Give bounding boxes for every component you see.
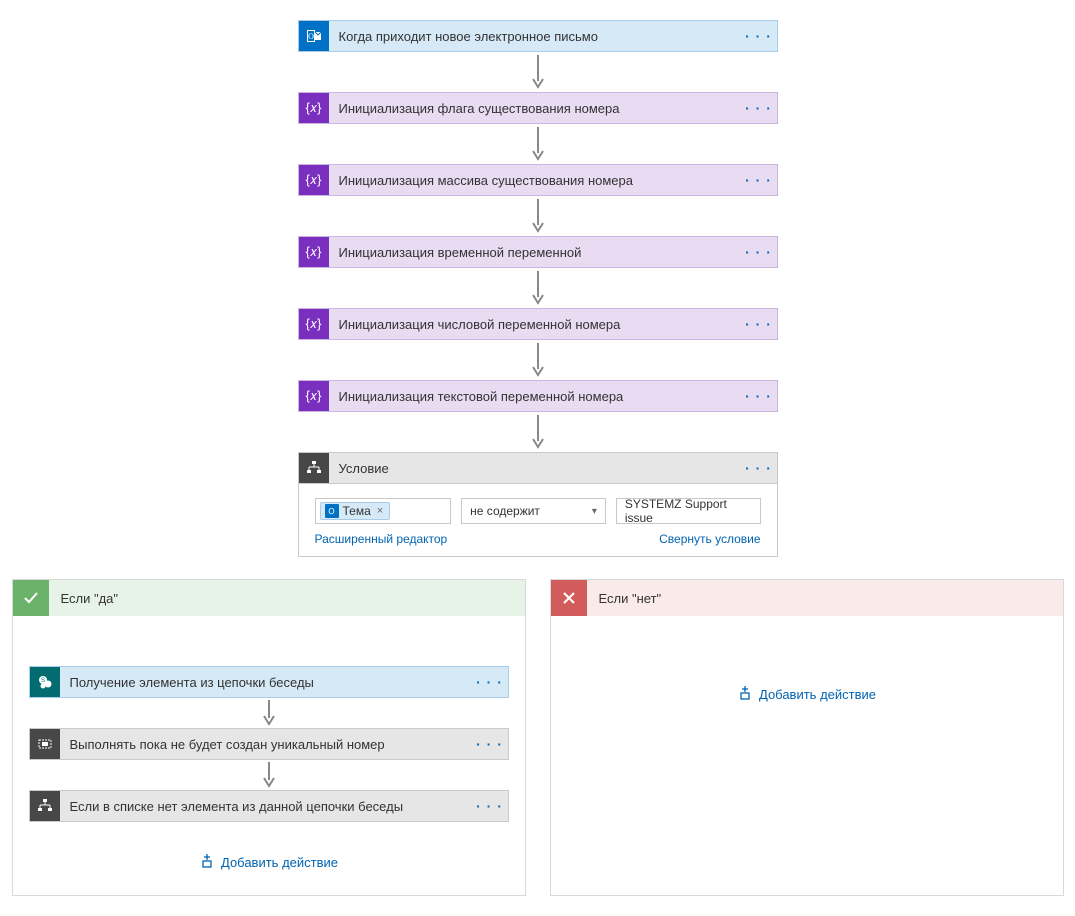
arrow-icon bbox=[531, 412, 545, 452]
step-menu-button[interactable]: · · · bbox=[741, 100, 777, 116]
variable-step[interactable]: {𝑥} Инициализация числовой переменной но… bbox=[298, 308, 778, 340]
loop-icon bbox=[30, 729, 60, 759]
arrow-icon bbox=[262, 698, 276, 728]
variable-step[interactable]: {𝑥} Инициализация флага существования но… bbox=[298, 92, 778, 124]
step-title: Если в списке нет элемента из данной цеп… bbox=[60, 799, 472, 814]
operator-value: не содержит bbox=[470, 504, 540, 518]
step-menu-button[interactable]: · · · bbox=[472, 674, 508, 690]
condition-title: Условие bbox=[329, 461, 741, 476]
branch-yes: Если "да" S Получение элемента из цепочк… bbox=[12, 579, 526, 896]
trigger-title: Когда приходит новое электронное письмо bbox=[329, 29, 741, 44]
add-action-button[interactable]: Добавить действие bbox=[199, 854, 338, 871]
step-menu-button[interactable]: · · · bbox=[741, 244, 777, 260]
branch-no-title: Если "нет" bbox=[587, 591, 674, 606]
token-label: Тема bbox=[343, 504, 371, 518]
variable-icon: {𝑥} bbox=[299, 93, 329, 123]
arrow-icon bbox=[531, 124, 545, 164]
arrow-icon bbox=[531, 52, 545, 92]
condition-body: O Тема × не содержит ▾ SYSTEMZ Support i… bbox=[299, 484, 777, 556]
step-title: Инициализация временной переменной bbox=[329, 245, 741, 260]
branch-no: Если "нет" Добавить действие bbox=[550, 579, 1064, 896]
trigger-step[interactable]: O Когда приходит новое электронное письм… bbox=[298, 20, 778, 52]
collapse-condition-link[interactable]: Свернуть условие bbox=[659, 532, 760, 546]
step-title: Получение элемента из цепочки беседы bbox=[60, 675, 472, 690]
dynamic-content-token[interactable]: O Тема × bbox=[320, 502, 391, 520]
variable-step[interactable]: {𝑥} Инициализация массива существования … bbox=[298, 164, 778, 196]
svg-text:S: S bbox=[40, 678, 44, 684]
variable-icon: {𝑥} bbox=[299, 309, 329, 339]
step-menu-button[interactable]: · · · bbox=[741, 172, 777, 188]
variable-icon: {𝑥} bbox=[299, 381, 329, 411]
add-action-button[interactable]: Добавить действие bbox=[737, 686, 876, 703]
add-action-label: Добавить действие bbox=[759, 687, 876, 702]
condition-value-input[interactable]: SYSTEMZ Support issue bbox=[616, 498, 761, 524]
variable-step[interactable]: {𝑥} Инициализация текстовой переменной н… bbox=[298, 380, 778, 412]
arrow-icon bbox=[531, 340, 545, 380]
condition-icon bbox=[30, 791, 60, 821]
check-icon bbox=[13, 580, 49, 616]
step-title: Инициализация числовой переменной номера bbox=[329, 317, 741, 332]
chevron-down-icon: ▾ bbox=[592, 506, 597, 517]
condition-left-operand[interactable]: O Тема × bbox=[315, 498, 452, 524]
loop-step[interactable]: Выполнять пока не будет создан уникальны… bbox=[29, 728, 509, 760]
branch-yes-header: Если "да" bbox=[13, 580, 525, 616]
condition-operator-select[interactable]: не содержит ▾ bbox=[461, 498, 606, 524]
arrow-icon bbox=[531, 268, 545, 308]
branch-yes-title: Если "да" bbox=[49, 591, 131, 606]
condition-card: Условие · · · O Тема × не содержит ▾ SYS… bbox=[298, 452, 778, 557]
add-action-icon bbox=[737, 686, 753, 703]
flow-canvas: O Когда приходит новое электронное письм… bbox=[8, 20, 1067, 896]
sharepoint-step[interactable]: S Получение элемента из цепочки беседы ·… bbox=[29, 666, 509, 698]
outlook-icon: O bbox=[325, 504, 339, 518]
condition-header[interactable]: Условие · · · bbox=[299, 453, 777, 484]
step-menu-button[interactable]: · · · bbox=[472, 736, 508, 752]
arrow-icon bbox=[262, 760, 276, 790]
step-title: Инициализация текстовой переменной номер… bbox=[329, 389, 741, 404]
step-menu-button[interactable]: · · · bbox=[741, 460, 777, 476]
condition-icon bbox=[299, 453, 329, 483]
condition-value: SYSTEMZ Support issue bbox=[625, 497, 752, 525]
add-action-label: Добавить действие bbox=[221, 855, 338, 870]
branch-no-header: Если "нет" bbox=[551, 580, 1063, 616]
svg-text:O: O bbox=[308, 32, 314, 41]
step-menu-button[interactable]: · · · bbox=[741, 316, 777, 332]
sharepoint-icon: S bbox=[30, 667, 60, 697]
step-menu-button[interactable]: · · · bbox=[741, 388, 777, 404]
variable-step[interactable]: {𝑥} Инициализация временной переменной ·… bbox=[298, 236, 778, 268]
step-title: Инициализация массива существования номе… bbox=[329, 173, 741, 188]
arrow-icon bbox=[531, 196, 545, 236]
condition-branches: Если "да" S Получение элемента из цепочк… bbox=[8, 579, 1067, 896]
variable-icon: {𝑥} bbox=[299, 165, 329, 195]
close-icon bbox=[551, 580, 587, 616]
step-menu-button[interactable]: · · · bbox=[472, 798, 508, 814]
variable-icon: {𝑥} bbox=[299, 237, 329, 267]
token-remove-button[interactable]: × bbox=[375, 505, 385, 517]
outlook-icon: O bbox=[299, 21, 329, 51]
step-title: Выполнять пока не будет создан уникальны… bbox=[60, 737, 472, 752]
step-menu-button[interactable]: · · · bbox=[741, 28, 777, 44]
add-action-icon bbox=[199, 854, 215, 871]
nested-condition-step[interactable]: Если в списке нет элемента из данной цеп… bbox=[29, 790, 509, 822]
advanced-editor-link[interactable]: Расширенный редактор bbox=[315, 532, 448, 546]
step-title: Инициализация флага существования номера bbox=[329, 101, 741, 116]
